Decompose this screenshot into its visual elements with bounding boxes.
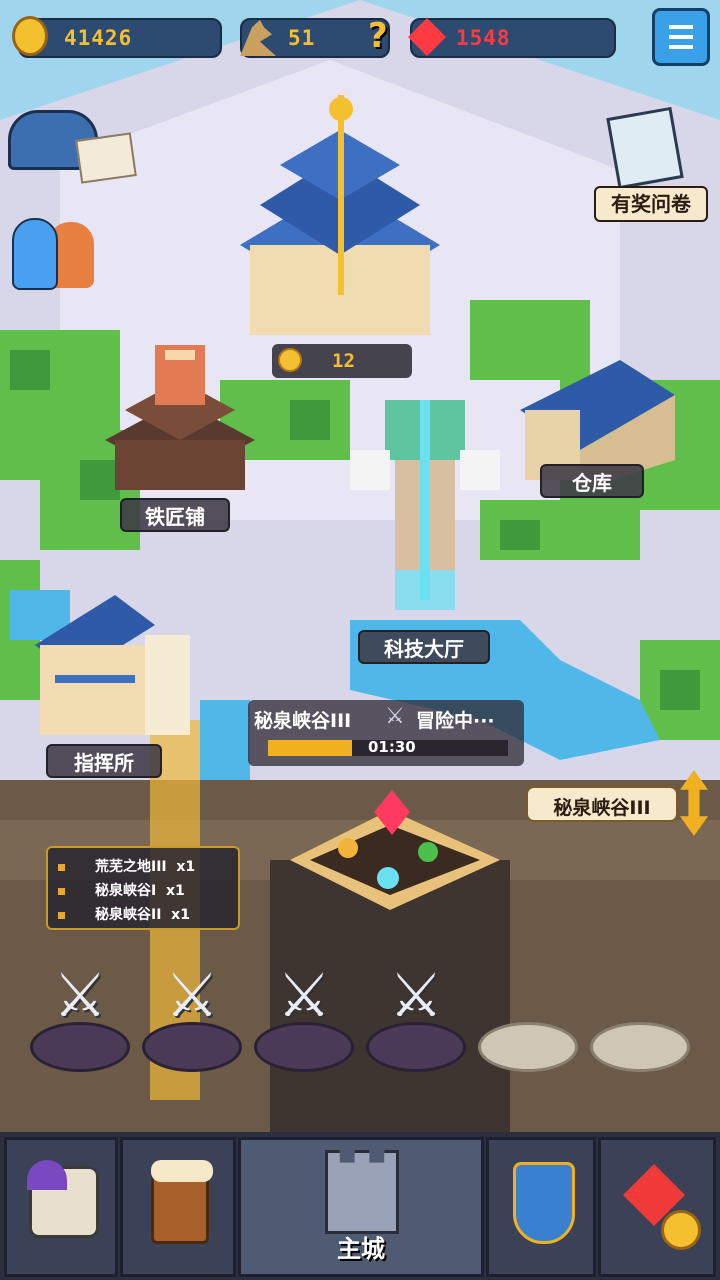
warehouse-label[interactable]: 仓库 (540, 464, 644, 498)
queue-item: 秘泉峡谷II x1 (58, 904, 190, 924)
heroes-icon-helmet (27, 1160, 67, 1190)
mailbox-button[interactable] (8, 100, 137, 190)
crossed-swords-icon: ⚔ (385, 704, 405, 729)
adventure-progress-fill (268, 740, 352, 756)
nav-main-city-label: 主城 (337, 1235, 385, 1263)
command-post-building[interactable] (25, 585, 195, 745)
letter-icon (75, 132, 137, 184)
hero-slot-filled[interactable]: ⚔ (30, 960, 130, 1080)
coin-icon (278, 348, 302, 372)
slot-pedestal (590, 1022, 690, 1072)
survey-clipboard-icon (606, 106, 684, 190)
gold-amount: 41426 (64, 26, 133, 50)
shop-coins (661, 1210, 701, 1250)
blacksmith-label[interactable]: 铁匠铺 (120, 498, 230, 532)
hero-slot-empty[interactable] (478, 960, 578, 1080)
help-icon[interactable]: ? (368, 16, 388, 56)
crossed-swords-icon: ⚔ (53, 961, 107, 1031)
bullet-icon (58, 863, 65, 871)
palace-income-plate[interactable]: 12 (272, 344, 412, 378)
battle-shield-icon (513, 1162, 575, 1244)
friends-button[interactable] (8, 216, 98, 296)
hero-slot-filled[interactable]: ⚔ (254, 960, 354, 1080)
adventure-status-text: 冒险中··· (416, 710, 495, 732)
command-post-label[interactable]: 指挥所 (46, 744, 162, 778)
wheat-amount: 51 (288, 26, 316, 50)
slot-pedestal (478, 1022, 578, 1072)
menu-button[interactable] (652, 8, 710, 66)
nav-tavern[interactable] (120, 1137, 236, 1277)
tavern-foam (151, 1160, 213, 1182)
palace-building[interactable] (220, 95, 460, 345)
adventure-timer: 01:30 (368, 738, 416, 756)
hero-slot-empty[interactable] (590, 960, 690, 1080)
crossed-swords-icon: ⚔ (165, 961, 219, 1031)
reward-queue[interactable]: 荒芜之地III x1 秘泉峡谷I x1 秘泉峡谷II x1 (46, 846, 240, 930)
hero-slot-filled[interactable]: ⚔ (366, 960, 466, 1080)
gem-amount: 1548 (456, 26, 511, 50)
tech-hall-building[interactable] (340, 380, 510, 630)
tech-hall-label[interactable]: 科技大厅 (358, 630, 490, 664)
menu-icon-bar (669, 35, 693, 39)
nav-main-city[interactable]: 主城 (238, 1137, 484, 1277)
bullet-icon (58, 887, 65, 895)
nav-heroes[interactable] (4, 1137, 118, 1277)
survey-button[interactable]: 有奖问卷 (594, 106, 710, 226)
castle-icon (325, 1150, 399, 1234)
palace-income-value: 12 (332, 350, 355, 372)
stage-selector[interactable]: 秘泉峡谷III (526, 786, 678, 822)
gold-coin-icon (12, 16, 48, 56)
crossed-swords-icon: ⚔ (277, 961, 331, 1031)
queue-item: 荒芜之地III x1 (58, 856, 195, 876)
nav-shop[interactable] (598, 1137, 716, 1277)
adventure-status-panel[interactable]: 秘泉峡谷III ⚔ 冒险中··· 01:30 (248, 700, 524, 766)
survey-label: 有奖问卷 (594, 186, 708, 222)
hero-slot-filled[interactable]: ⚔ (142, 960, 242, 1080)
stage-selector-label: 秘泉峡谷III (553, 797, 651, 819)
nav-battle[interactable] (486, 1137, 596, 1277)
blacksmith-building[interactable] (95, 340, 265, 510)
bullet-icon (58, 911, 65, 919)
queue-item: 秘泉峡谷I x1 (58, 880, 185, 900)
crossed-swords-icon: ⚔ (389, 961, 443, 1031)
friend-figure (12, 218, 58, 290)
adventure-stage-name: 秘泉峡谷III (254, 710, 352, 732)
